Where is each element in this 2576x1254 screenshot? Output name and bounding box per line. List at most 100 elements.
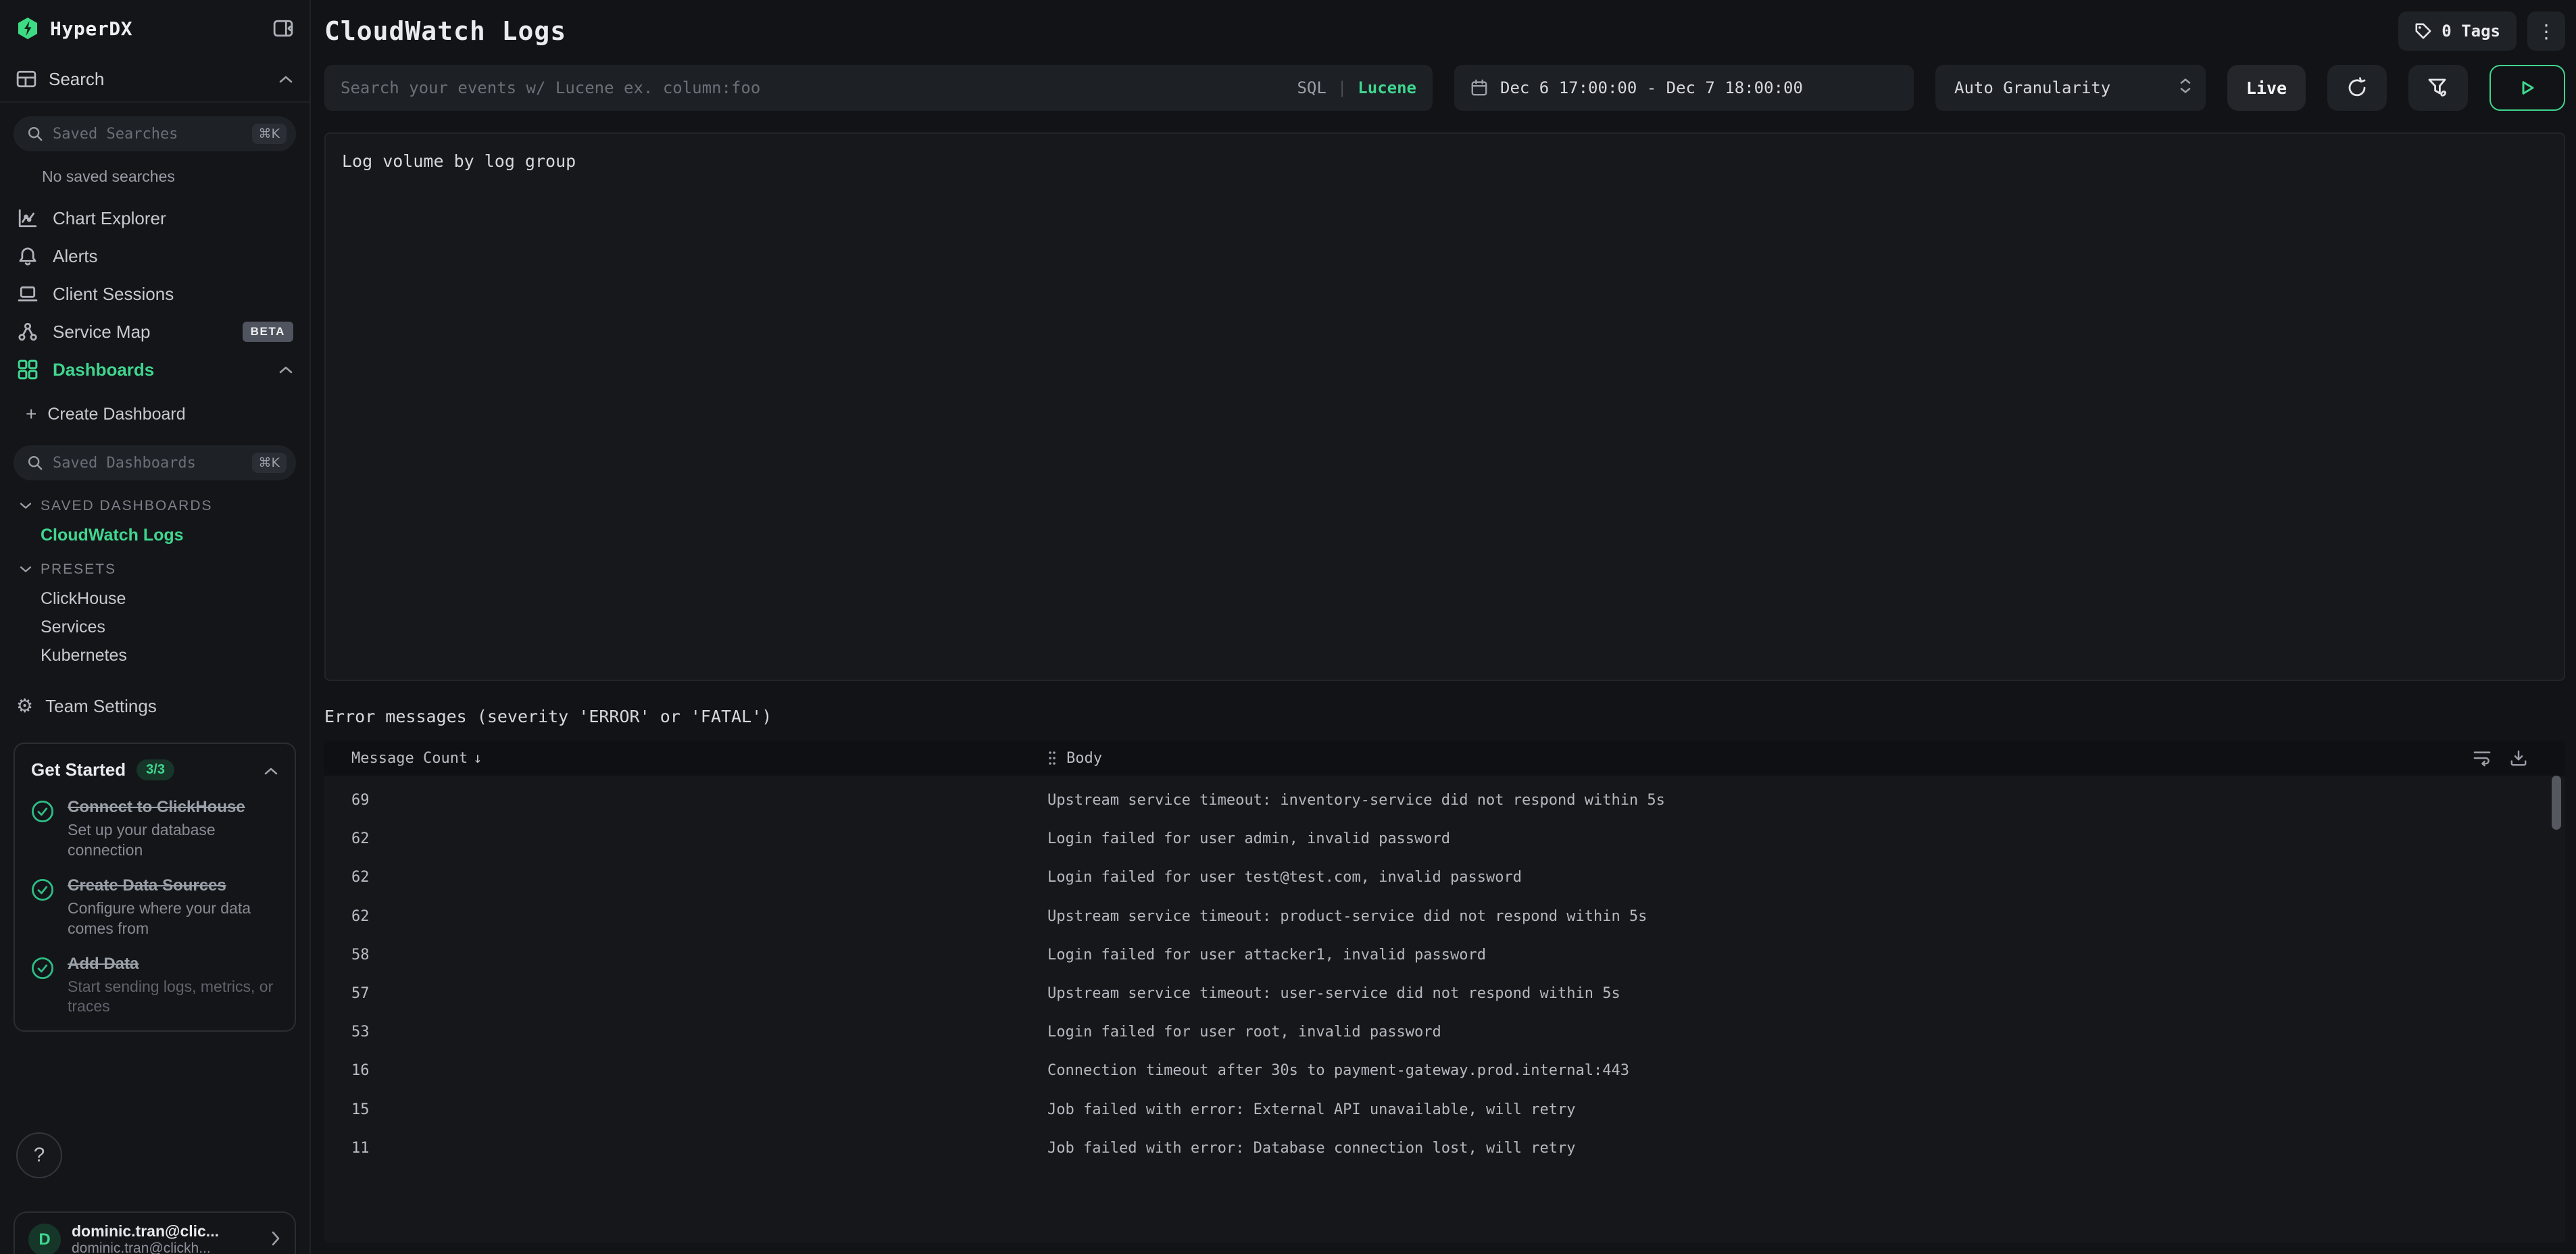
group-presets[interactable]: PRESETS bbox=[0, 555, 309, 584]
column-message-count[interactable]: Message Count ↓ bbox=[324, 750, 1047, 767]
select-arrows-icon bbox=[2179, 77, 2192, 99]
get-started-title: Get Started bbox=[31, 759, 126, 780]
table-row[interactable]: 58 Login failed for user attacker1, inval… bbox=[324, 936, 2565, 974]
chevron-up-icon[interactable] bbox=[278, 359, 293, 380]
sidebar-item-team-settings[interactable]: ⚙ Team Settings bbox=[0, 686, 309, 726]
team-settings-label: Team Settings bbox=[45, 695, 157, 716]
chevron-up-icon[interactable] bbox=[278, 69, 293, 90]
sidebar-item-preset[interactable]: ClickHouse bbox=[0, 584, 309, 613]
table-row[interactable]: 53 Login failed for user root, invalid pa… bbox=[324, 1013, 2565, 1051]
saved-searches-placeholder: Saved Searches bbox=[53, 125, 178, 143]
group-saved-dashboards[interactable]: SAVED DASHBOARDS bbox=[0, 491, 309, 521]
search-section-label: Search bbox=[49, 68, 105, 89]
saved-dashboards-input[interactable]: Saved Dashboards ⌘K bbox=[14, 445, 296, 480]
table-header: Message Count ↓ Body bbox=[324, 741, 2565, 776]
bell-icon bbox=[19, 247, 36, 266]
get-started-card: Get Started 3/3 Connect to ClickHouse Set… bbox=[14, 743, 296, 1032]
dashboard-panels: Log volume by log group bbox=[324, 132, 2565, 681]
get-started-progress-badge: 3/3 bbox=[137, 759, 174, 780]
filter-edit-icon bbox=[2428, 78, 2446, 97]
get-started-item-title: Create Data Sources bbox=[68, 876, 226, 895]
table-row[interactable]: 69 Upstream service timeout: inventory-se… bbox=[324, 781, 2565, 820]
get-started-header[interactable]: Get Started 3/3 bbox=[31, 757, 278, 782]
column-label: Message Count bbox=[351, 749, 468, 767]
sidebar-item-service-map[interactable]: Service Map BETA bbox=[0, 313, 309, 351]
sidebar-item-client-sessions[interactable]: Client Sessions bbox=[0, 275, 309, 313]
get-started-item[interactable]: Create Data Sources Configure where your … bbox=[31, 876, 278, 939]
table-row[interactable]: 16 Connection timeout after 30s to paymen… bbox=[324, 1051, 2565, 1090]
table-row[interactable]: 62 Upstream service timeout: product-serv… bbox=[324, 897, 2565, 936]
user-menu[interactable]: D dominic.tran@clic... dominic.tran@clic… bbox=[14, 1211, 296, 1254]
sidebar-collapse-icon[interactable] bbox=[273, 18, 293, 39]
help-button[interactable]: ? bbox=[16, 1132, 62, 1178]
page-header: CloudWatch Logs 0 Tags ⋮ bbox=[324, 0, 2565, 62]
plus-icon: + bbox=[26, 403, 37, 424]
no-saved-searches-text: No saved searches bbox=[42, 168, 175, 185]
tags-button[interactable]: 0 Tags bbox=[2398, 11, 2517, 51]
refresh-icon bbox=[2348, 77, 2366, 97]
table-row[interactable]: 62 Login failed for user admin, invalid p… bbox=[324, 820, 2565, 858]
chevron-right-icon bbox=[270, 1227, 281, 1252]
cell-body: Job failed with error: Database connecti… bbox=[1047, 1139, 1576, 1157]
cell-message-count: 62 bbox=[351, 907, 370, 925]
granularity-select[interactable]: Auto Granularity bbox=[1935, 65, 2206, 111]
cell-body: Login failed for user attacker1, invalid… bbox=[1047, 946, 1487, 963]
error-messages-table: Message Count ↓ Body 69 Upstream service … bbox=[324, 741, 2565, 1243]
group-label: SAVED DASHBOARDS bbox=[41, 498, 213, 513]
laptop-icon bbox=[18, 286, 38, 302]
cell-message-count: 16 bbox=[351, 1062, 370, 1080]
create-dashboard-button[interactable]: + Create Dashboard bbox=[0, 397, 309, 432]
dashboards-icon bbox=[18, 359, 38, 380]
table-row[interactable]: 57 Upstream service timeout: user-service… bbox=[324, 974, 2565, 1013]
live-button[interactable]: Live bbox=[2227, 65, 2306, 111]
chart-panel-1: Log volume by log group bbox=[324, 132, 2565, 681]
table-row[interactable]: 62 Login failed for user test@test.com, i… bbox=[324, 858, 2565, 897]
filter-bar: Search your events w/ Lucene ex. column:… bbox=[324, 65, 2565, 111]
check-circle-icon bbox=[31, 800, 54, 861]
column-body[interactable]: Body bbox=[1047, 750, 2473, 767]
download-icon[interactable] bbox=[2510, 749, 2527, 767]
lucene-toggle[interactable]: Lucene bbox=[1358, 78, 1416, 97]
play-icon bbox=[2522, 81, 2534, 95]
sort-desc-icon: ↓ bbox=[473, 749, 482, 767]
event-search-input[interactable]: Search your events w/ Lucene ex. column:… bbox=[324, 65, 1433, 111]
refresh-button[interactable] bbox=[2327, 65, 2387, 111]
tag-icon bbox=[2415, 23, 2431, 39]
saved-searches-input[interactable]: Saved Searches ⌘K bbox=[14, 116, 296, 151]
table-row[interactable]: 11 Job failed with error: Database connec… bbox=[324, 1129, 2565, 1168]
table-scrollbar[interactable] bbox=[2552, 776, 2561, 1243]
check-circle-icon bbox=[31, 957, 54, 1018]
brand-name: HyperDX bbox=[50, 17, 133, 40]
table-row[interactable]: 15 Job failed with error: External API un… bbox=[324, 1090, 2565, 1129]
nav-label: Chart Explorer bbox=[53, 207, 166, 228]
table-panel-title: Error messages (severity 'ERROR' or 'FAT… bbox=[324, 706, 772, 726]
run-query-button[interactable] bbox=[2490, 65, 2565, 111]
kebab-menu-button[interactable]: ⋮ bbox=[2527, 11, 2565, 51]
sidebar-item-alerts[interactable]: Alerts bbox=[0, 237, 309, 275]
get-started-item-text: Create Data Sources Configure where your … bbox=[68, 876, 278, 939]
sidebar-item-search[interactable]: Search bbox=[0, 57, 309, 103]
sidebar-item-dashboards[interactable]: Dashboards bbox=[0, 351, 309, 388]
wrap-text-icon[interactable] bbox=[2473, 749, 2491, 767]
filter-button[interactable] bbox=[2408, 65, 2468, 111]
cell-message-count: 57 bbox=[351, 985, 370, 1003]
cell-message-count: 15 bbox=[351, 1101, 370, 1118]
app-root: HyperDX Search Saved Searches ⌘K No save… bbox=[0, 0, 2576, 1254]
chevron-down-icon bbox=[20, 566, 32, 572]
panel-header: Log volume by log group bbox=[342, 147, 2548, 174]
date-range-picker[interactable]: Dec 6 17:00:00 - Dec 7 18:00:00 bbox=[1454, 65, 1914, 111]
get-started-item[interactable]: Connect to ClickHouse Set up your databas… bbox=[31, 797, 278, 861]
granularity-value: Auto Granularity bbox=[1954, 78, 2111, 97]
drag-handle-icon bbox=[1049, 751, 1056, 765]
group-label: PRESETS bbox=[41, 561, 117, 577]
scrollbar-thumb[interactable] bbox=[2552, 776, 2561, 830]
sql-toggle[interactable]: SQL bbox=[1297, 78, 1326, 97]
get-started-item[interactable]: Add Data Start sending logs, metrics, or … bbox=[31, 954, 278, 1018]
sidebar-item-preset[interactable]: Kubernetes bbox=[0, 641, 309, 670]
cell-message-count: 11 bbox=[351, 1139, 370, 1157]
chevron-up-icon[interactable] bbox=[264, 757, 278, 782]
sidebar-item-chart-explorer[interactable]: Chart Explorer bbox=[0, 199, 309, 237]
cell-body: Job failed with error: External API unav… bbox=[1047, 1101, 1576, 1118]
sidebar-item-cloudwatch-logs[interactable]: CloudWatch Logs bbox=[0, 521, 309, 549]
sidebar-item-preset[interactable]: Services bbox=[0, 613, 309, 641]
